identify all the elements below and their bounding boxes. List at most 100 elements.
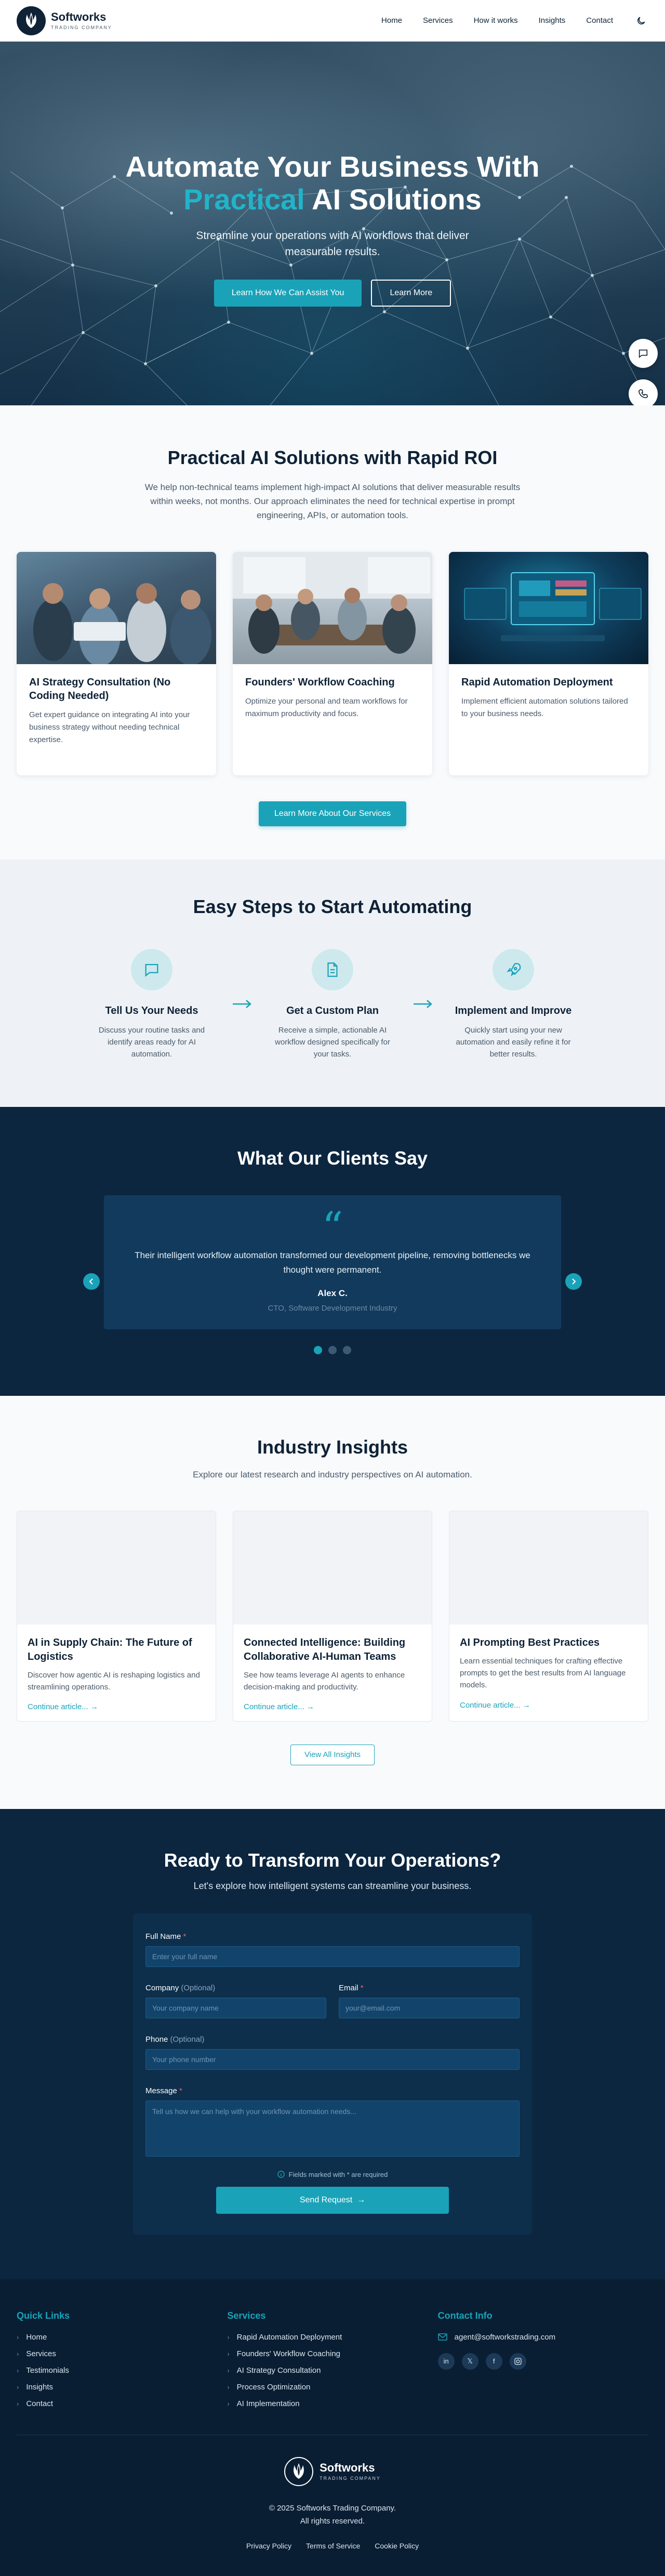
mail-icon bbox=[437, 2333, 447, 2341]
article-desc: See how teams leverage AI agents to enha… bbox=[244, 1670, 405, 1692]
footer-email-link[interactable]: agent@softworkstrading.com bbox=[437, 2333, 648, 2342]
step-desc: Discuss your routine tasks and identify … bbox=[98, 1025, 205, 1059]
continue-article-link[interactable]: Continue article... → bbox=[460, 1701, 637, 1710]
chevron-right-icon[interactable] bbox=[565, 1273, 582, 1290]
continue-article-link[interactable]: Continue article... → bbox=[28, 1702, 205, 1711]
service-card[interactable]: AI Strategy Consultation (No Coding Need… bbox=[17, 551, 216, 775]
service-card-desc: Implement efficient automation solutions… bbox=[461, 696, 628, 718]
nav-link-services[interactable]: Services bbox=[423, 16, 453, 25]
learn-how-button[interactable]: Learn How We Can Assist You bbox=[214, 280, 362, 307]
footer-service-link[interactable]: › Process Optimization bbox=[227, 2383, 437, 2392]
chevron-left-icon[interactable] bbox=[83, 1273, 100, 1290]
phone-input[interactable] bbox=[145, 2049, 520, 2070]
send-request-button[interactable]: Send Request → bbox=[216, 2186, 449, 2214]
team-meeting-image bbox=[17, 551, 216, 664]
footer-service-link[interactable]: › Founders' Workflow Coaching bbox=[227, 2349, 437, 2358]
privacy-policy-link[interactable]: Privacy Policy bbox=[246, 2542, 291, 2550]
services-description: We help non-technical teams implement hi… bbox=[144, 482, 521, 521]
hero-title: Automate Your Business With Practical AI… bbox=[0, 150, 665, 216]
service-card[interactable]: Founders' Workflow Coaching Optimize you… bbox=[233, 551, 432, 775]
testimonials-title: What Our Clients Say bbox=[237, 1147, 428, 1169]
copyright: © 2025 Softworks Trading Company. All ri… bbox=[269, 2503, 396, 2526]
contact-subtitle: Let's explore how intelligent systems ca… bbox=[193, 1880, 472, 1891]
carousel-dots bbox=[0, 1345, 665, 1354]
cookie-policy-link[interactable]: Cookie Policy bbox=[375, 2542, 419, 2550]
chat-icon[interactable] bbox=[629, 339, 658, 368]
carousel-dot[interactable] bbox=[314, 1345, 322, 1354]
carousel-dot[interactable] bbox=[328, 1345, 337, 1354]
testimonial-card: “ Their intelligent workflow automation … bbox=[104, 1195, 561, 1329]
learn-more-button[interactable]: Learn More bbox=[371, 280, 451, 307]
hero-title-accent: Practical bbox=[183, 182, 305, 216]
article-card[interactable]: AI Prompting Best Practices Learn essent… bbox=[449, 1510, 648, 1722]
contact-form: Full Name * Company (Optional) Email * P… bbox=[133, 1913, 532, 2235]
footer-link-contact[interactable]: › Contact bbox=[17, 2399, 227, 2408]
full-name-input[interactable] bbox=[145, 1946, 520, 1967]
brand-subtitle: TRADING COMPANY bbox=[51, 24, 112, 30]
footer-link-insights[interactable]: › Insights bbox=[17, 2383, 227, 2392]
carousel-dot[interactable] bbox=[343, 1345, 351, 1354]
step-item: Implement and Improve Quickly start usin… bbox=[454, 948, 573, 1061]
step-desc: Receive a simple, actionable AI workflow… bbox=[275, 1025, 390, 1059]
hero-section: Automate Your Business With Practical AI… bbox=[0, 42, 665, 405]
continue-article-link[interactable]: Continue article... → bbox=[244, 1702, 421, 1711]
email-input[interactable] bbox=[339, 1997, 520, 2018]
message-textarea[interactable] bbox=[145, 2100, 520, 2157]
service-card-title: Rapid Automation Deployment bbox=[461, 676, 613, 688]
x-icon[interactable]: 𝕏 bbox=[461, 2353, 478, 2370]
quote-icon: “ bbox=[322, 1203, 343, 1252]
nav-link-home[interactable]: Home bbox=[381, 16, 402, 25]
learn-more-services-button[interactable]: Learn More About Our Services bbox=[258, 801, 407, 826]
step-item: Tell Us Your Needs Discuss your routine … bbox=[92, 948, 211, 1061]
facebook-icon[interactable]: f bbox=[485, 2353, 502, 2370]
footer-link-services[interactable]: › Services bbox=[17, 2349, 227, 2358]
office-meeting-image bbox=[233, 551, 432, 664]
brand-logo[interactable]: Softworks TRADING COMPANY bbox=[17, 6, 112, 35]
message-label: Message * bbox=[145, 2086, 182, 2095]
arrow-right-icon bbox=[211, 949, 273, 1009]
required-note: Fields marked with * are required bbox=[145, 2171, 520, 2178]
nav-link-insights[interactable]: Insights bbox=[539, 16, 566, 25]
chevron-right-icon: › bbox=[17, 2383, 19, 2391]
article-image-placeholder bbox=[233, 1511, 432, 1624]
steps-title: Easy Steps to Start Automating bbox=[193, 895, 472, 917]
step-item: Get a Custom Plan Receive a simple, acti… bbox=[273, 948, 392, 1061]
article-card[interactable]: AI in Supply Chain: The Future of Logist… bbox=[17, 1510, 216, 1722]
article-card[interactable]: Connected Intelligence: Building Collabo… bbox=[233, 1510, 432, 1722]
service-card-desc: Optimize your personal and team workflow… bbox=[245, 696, 408, 718]
nav-link-how-it-works[interactable]: How it works bbox=[474, 16, 518, 25]
phone-label: Phone (Optional) bbox=[145, 2035, 205, 2044]
linkedin-icon[interactable]: in bbox=[437, 2353, 455, 2370]
footer-link-testimonials[interactable]: › Testimonials bbox=[17, 2366, 227, 2375]
contact-section: Ready to Transform Your Operations? Let'… bbox=[0, 1808, 665, 2279]
service-card-desc: Get expert guidance on integrating AI in… bbox=[29, 710, 190, 744]
insights-subtitle: Explore our latest research and industry… bbox=[193, 1469, 472, 1479]
article-title: AI Prompting Best Practices bbox=[460, 1636, 600, 1648]
chevron-right-icon: › bbox=[17, 2333, 19, 2341]
article-desc: Learn essential techniques for crafting … bbox=[460, 1656, 626, 1690]
document-icon bbox=[312, 948, 353, 990]
terms-of-service-link[interactable]: Terms of Service bbox=[306, 2542, 360, 2550]
chevron-right-icon: › bbox=[227, 2349, 230, 2358]
instagram-icon[interactable] bbox=[509, 2353, 526, 2370]
step-title: Tell Us Your Needs bbox=[105, 1005, 198, 1016]
footer-service-link[interactable]: › AI Implementation bbox=[227, 2399, 437, 2408]
logo-mark-icon bbox=[284, 2456, 314, 2486]
moon-icon[interactable] bbox=[634, 14, 648, 28]
phone-icon[interactable] bbox=[629, 379, 658, 405]
nav-link-contact[interactable]: Contact bbox=[586, 16, 613, 25]
footer-brand-subtitle: TRADING COMPANY bbox=[320, 2475, 381, 2481]
article-image-placeholder bbox=[17, 1511, 216, 1624]
chevron-right-icon: › bbox=[17, 2399, 19, 2408]
footer-link-home[interactable]: › Home bbox=[17, 2333, 227, 2342]
company-input[interactable] bbox=[145, 1997, 326, 2018]
article-title: AI in Supply Chain: The Future of Logist… bbox=[28, 1636, 192, 1662]
footer-brand-name: Softworks bbox=[320, 2461, 375, 2474]
service-card[interactable]: Rapid Automation Deployment Implement ef… bbox=[449, 551, 648, 775]
footer-service-link[interactable]: › AI Strategy Consultation bbox=[227, 2366, 437, 2375]
footer-service-link[interactable]: › Rapid Automation Deployment bbox=[227, 2333, 437, 2342]
footer-logo[interactable]: Softworks TRADING COMPANY bbox=[284, 2456, 381, 2486]
view-all-insights-button[interactable]: View All Insights bbox=[290, 1744, 375, 1765]
contact-title: Ready to Transform Your Operations? bbox=[164, 1849, 501, 1871]
hero-title-rest: AI Solutions bbox=[304, 182, 482, 216]
